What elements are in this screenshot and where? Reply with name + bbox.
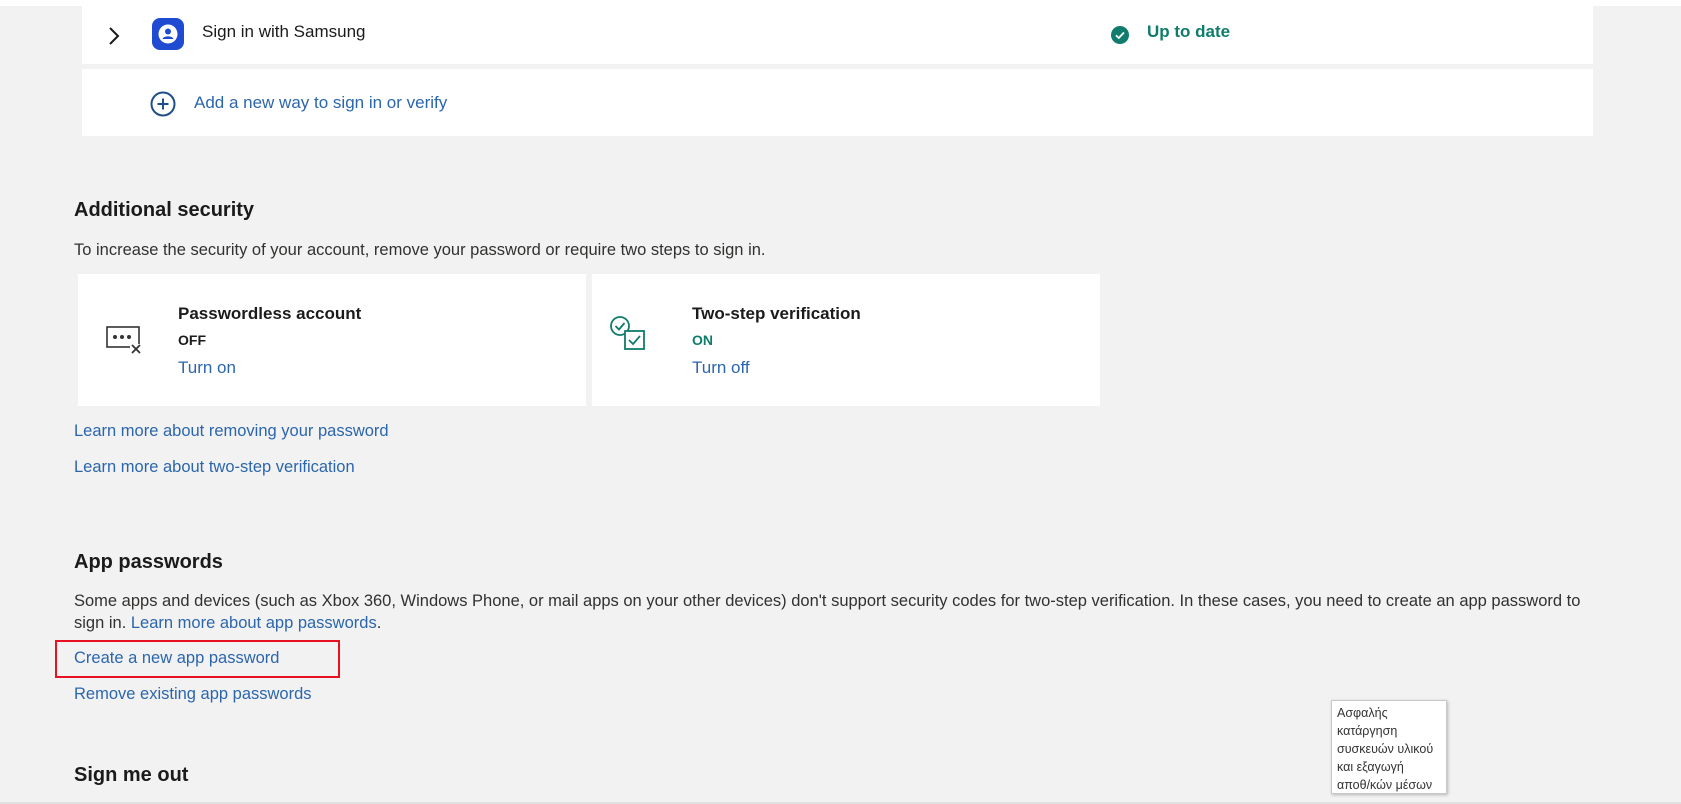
app-passwords-description: Some apps and devices (such as Xbox 360,… — [74, 590, 1594, 634]
learn-more-removing-password-link[interactable]: Learn more about removing your password — [74, 422, 389, 441]
app-passwords-description-suffix: . — [376, 614, 382, 632]
learn-more-app-passwords-link[interactable]: Learn more about app passwords — [131, 614, 377, 632]
tooltip-line: Ασφαλής — [1337, 706, 1388, 720]
tooltip-line: κατάργηση — [1337, 724, 1398, 738]
samsung-account-icon — [152, 18, 184, 50]
tooltip-line: συσκευών υλικού — [1337, 742, 1434, 756]
app-passwords-description-line2: sign in. — [74, 614, 131, 632]
two-step-card-title: Two-step verification — [692, 304, 861, 323]
additional-security-heading: Additional security — [74, 199, 255, 221]
passwordless-account-card: Passwordless account OFF Turn on — [78, 274, 586, 406]
app-passwords-description-line1: Some apps and devices (such as Xbox 360,… — [74, 592, 1581, 610]
remove-app-passwords-link[interactable]: Remove existing app passwords — [74, 685, 312, 704]
two-step-status: ON — [692, 332, 713, 348]
chevron-right-icon[interactable] — [104, 26, 124, 46]
create-app-password-link[interactable]: Create a new app password — [74, 649, 279, 668]
status-badge: Up to date — [1147, 22, 1231, 41]
turn-on-passwordless-link[interactable]: Turn on — [178, 358, 236, 378]
check-circle-icon — [1111, 26, 1129, 44]
add-sign-in-method-button[interactable]: Add a new way to sign in or verify — [82, 69, 1593, 136]
safely-remove-hardware-tooltip: Ασφαλής κατάργηση συσκευών υλικού και εξ… — [1331, 700, 1447, 794]
method-label: Sign in with Samsung — [202, 22, 366, 41]
tooltip-line: και εξαγωγή — [1337, 760, 1404, 774]
method-row-samsung[interactable]: Sign in with Samsung Up to date — [82, 6, 1593, 64]
plus-circle-icon — [150, 91, 176, 117]
two-step-verification-card: Two-step verification ON Turn off — [592, 274, 1100, 406]
add-sign-in-method-label: Add a new way to sign in or verify — [194, 93, 448, 112]
app-passwords-heading: App passwords — [74, 551, 223, 573]
additional-security-description: To increase the security of your account… — [74, 241, 766, 259]
learn-more-two-step-link[interactable]: Learn more about two-step verification — [74, 458, 355, 477]
turn-off-two-step-link[interactable]: Turn off — [692, 358, 750, 378]
passwordless-card-title: Passwordless account — [178, 304, 362, 323]
two-step-check-icon — [608, 314, 648, 354]
sign-out-heading: Sign me out — [74, 764, 189, 786]
passwordless-status: OFF — [178, 332, 206, 348]
password-off-icon — [104, 318, 144, 358]
tooltip-line: αποθ/κών μέσων — [1337, 778, 1433, 792]
